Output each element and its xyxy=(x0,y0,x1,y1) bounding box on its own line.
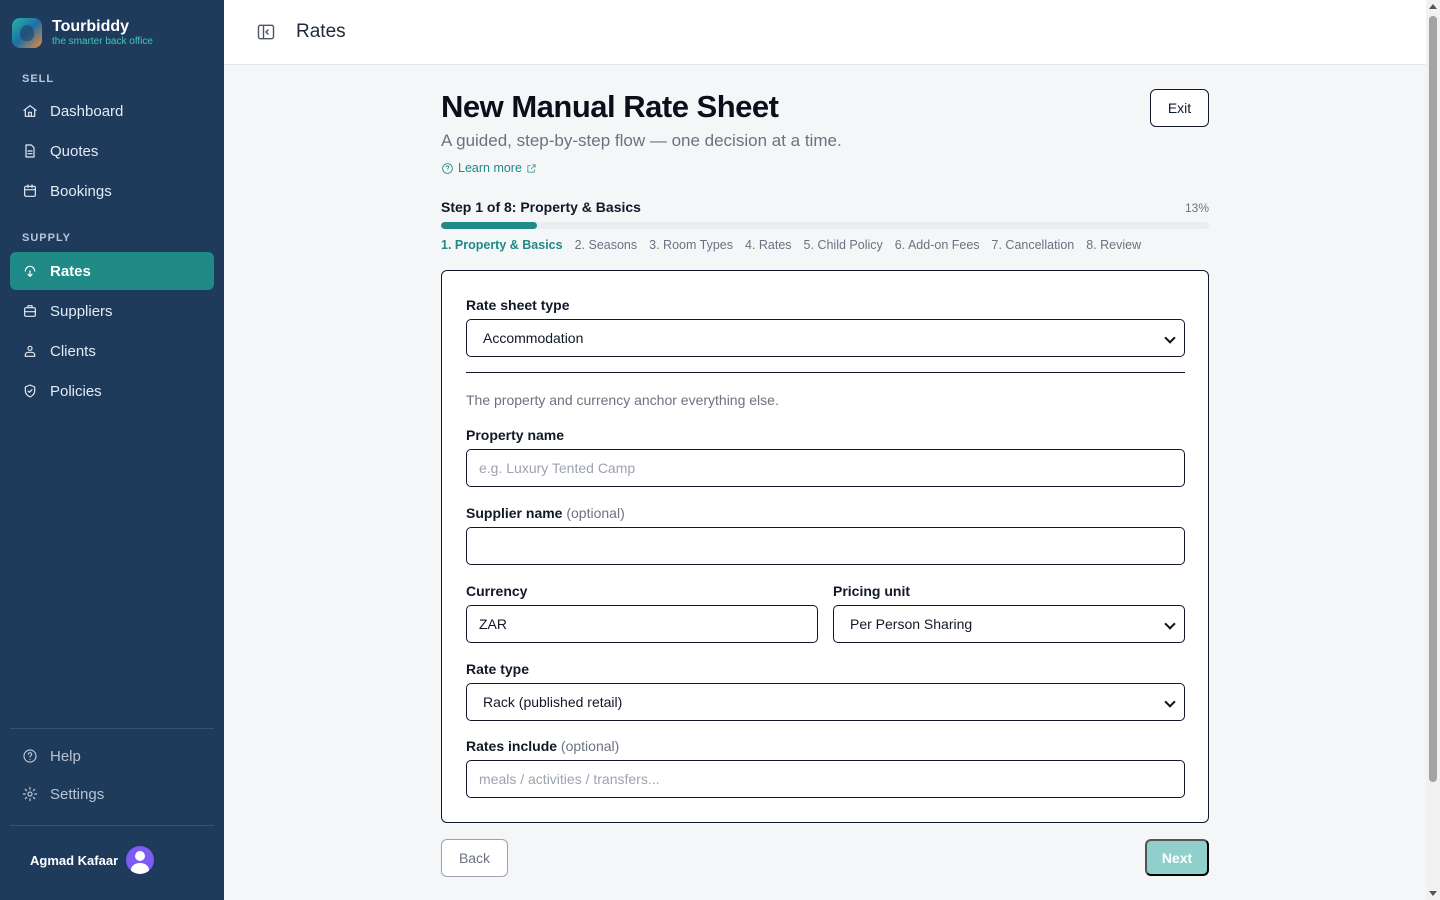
next-button[interactable]: Next xyxy=(1145,839,1209,876)
rate-type-value: Rack (published retail) xyxy=(483,694,623,710)
sidebar-item-label: Help xyxy=(50,747,81,765)
property-name-placeholder: e.g. Luxury Tented Camp xyxy=(479,460,636,476)
rate-sheet-type-label: Rate sheet type xyxy=(466,297,570,313)
briefcase-icon xyxy=(22,303,38,319)
property-name-input[interactable]: e.g. Luxury Tented Camp xyxy=(466,449,1185,487)
rates-include-label-text: Rates include xyxy=(466,738,558,754)
shield-icon xyxy=(22,383,38,399)
users-icon xyxy=(22,343,38,359)
sidebar-toggle-icon[interactable] xyxy=(256,22,276,42)
rate-type-select[interactable]: Rack (published retail) xyxy=(466,683,1185,721)
sidebar-item-rates[interactable]: Rates xyxy=(10,252,214,290)
rates-include-input[interactable]: meals / activities / transfers... xyxy=(466,760,1185,798)
pricing-unit-value: Per Person Sharing xyxy=(850,616,973,632)
sidebar: Tourbiddy the smarter back office SELL D… xyxy=(0,0,224,900)
step-item-3[interactable]: 3. Room Types xyxy=(649,238,733,252)
progress-percent: 13% xyxy=(1184,201,1209,215)
sidebar-item-label: Policies xyxy=(50,382,102,400)
help-circle-icon xyxy=(442,162,453,174)
step-item-2[interactable]: 2. Seasons xyxy=(575,238,638,252)
section-hint: The property and currency anchor everyth… xyxy=(466,392,779,408)
learn-more-link[interactable]: Learn more xyxy=(441,161,537,175)
scroll-down-arrow-icon[interactable] xyxy=(1429,891,1437,896)
progress-bar-fill xyxy=(441,222,537,229)
optional-tag: (optional) xyxy=(566,505,625,521)
section-label-supply: SUPPLY xyxy=(22,232,72,244)
calendar-icon xyxy=(22,183,38,199)
pricing-unit-label: Pricing unit xyxy=(833,583,910,599)
avatar xyxy=(126,846,155,874)
sidebar-item-label: Quotes xyxy=(50,142,99,160)
sidebar-divider xyxy=(10,825,214,826)
step-item-8[interactable]: 8. Review xyxy=(1086,238,1141,252)
pricing-unit-select[interactable]: Per Person Sharing xyxy=(833,605,1185,643)
step-item-7[interactable]: 7. Cancellation xyxy=(992,238,1075,252)
supplier-name-input[interactable] xyxy=(466,527,1185,565)
step-item-5[interactable]: 5. Child Policy xyxy=(804,238,883,252)
rates-include-placeholder: meals / activities / transfers... xyxy=(479,771,660,787)
back-button[interactable]: Back xyxy=(441,839,508,877)
currency-value: ZAR xyxy=(479,616,507,632)
sidebar-divider xyxy=(10,728,214,729)
step-item-4[interactable]: 4. Rates xyxy=(745,238,792,252)
currency-label: Currency xyxy=(466,583,528,599)
rate-sheet-type-select[interactable]: Accommodation xyxy=(466,319,1185,357)
sidebar-item-dashboard[interactable]: Dashboard xyxy=(10,92,214,130)
step-title: Step 1 of 8: Property & Basics xyxy=(441,199,641,215)
step-list: 1. Property & Basics 2. Seasons 3. Room … xyxy=(441,238,1153,252)
page-scrollbar[interactable] xyxy=(1426,0,1440,900)
sidebar-item-help[interactable]: Help xyxy=(10,737,214,775)
home-icon xyxy=(22,103,38,119)
learn-more-label: Learn more xyxy=(458,161,522,175)
section-label-sell: SELL xyxy=(22,73,55,85)
progress-bar xyxy=(441,222,1209,229)
sidebar-item-bookings[interactable]: Bookings xyxy=(10,172,214,210)
user-name: Agmad Kafaar xyxy=(30,852,119,868)
rates-include-label: Rates include (optional) xyxy=(466,738,619,754)
brand-tagline: the smarter back office xyxy=(52,36,153,47)
brand-name: Tourbiddy xyxy=(52,18,130,35)
rate-sheet-type-value: Accommodation xyxy=(483,330,584,346)
scroll-thumb[interactable] xyxy=(1429,16,1437,782)
form-card: Rate sheet type Accommodation The proper… xyxy=(441,270,1209,823)
page-title: New Manual Rate Sheet xyxy=(441,89,779,124)
brand-logo-icon xyxy=(12,18,42,48)
document-icon xyxy=(22,143,38,159)
external-link-icon xyxy=(527,163,536,173)
sidebar-item-policies[interactable]: Policies xyxy=(10,372,214,410)
step-item-1[interactable]: 1. Property & Basics xyxy=(441,238,563,252)
supplier-name-label-text: Supplier name xyxy=(466,505,563,521)
sidebar-item-label: Clients xyxy=(50,342,96,360)
sidebar-item-suppliers[interactable]: Suppliers xyxy=(10,292,214,330)
sidebar-item-clients[interactable]: Clients xyxy=(10,332,214,370)
tag-icon xyxy=(22,263,38,279)
sidebar-item-label: Bookings xyxy=(50,182,112,200)
brand[interactable]: Tourbiddy the smarter back office xyxy=(12,18,153,48)
top-bar: Rates xyxy=(224,0,1426,65)
property-name-label: Property name xyxy=(466,427,565,443)
exit-button[interactable]: Exit xyxy=(1150,89,1209,127)
section-divider xyxy=(466,372,1185,373)
sidebar-item-label: Dashboard xyxy=(50,102,124,120)
currency-input[interactable]: ZAR xyxy=(466,605,818,643)
user-menu[interactable]: Agmad Kafaar xyxy=(30,846,155,874)
optional-tag: (optional) xyxy=(560,738,620,754)
step-item-6[interactable]: 6. Add-on Fees xyxy=(895,238,980,252)
sidebar-item-label: Settings xyxy=(50,785,105,803)
page-subtitle: A guided, step-by-step flow — one decisi… xyxy=(441,131,842,150)
sidebar-item-label: Rates xyxy=(50,262,91,280)
sidebar-item-settings[interactable]: Settings xyxy=(10,775,214,813)
scroll-up-arrow-icon[interactable] xyxy=(1429,4,1437,9)
gear-icon xyxy=(22,786,38,802)
supplier-name-label: Supplier name (optional) xyxy=(466,505,625,521)
sidebar-item-quotes[interactable]: Quotes xyxy=(10,132,214,170)
sidebar-item-label: Suppliers xyxy=(50,302,113,320)
page-header-title: Rates xyxy=(296,21,346,42)
help-circle-icon xyxy=(22,748,38,764)
rate-type-label: Rate type xyxy=(466,661,530,677)
